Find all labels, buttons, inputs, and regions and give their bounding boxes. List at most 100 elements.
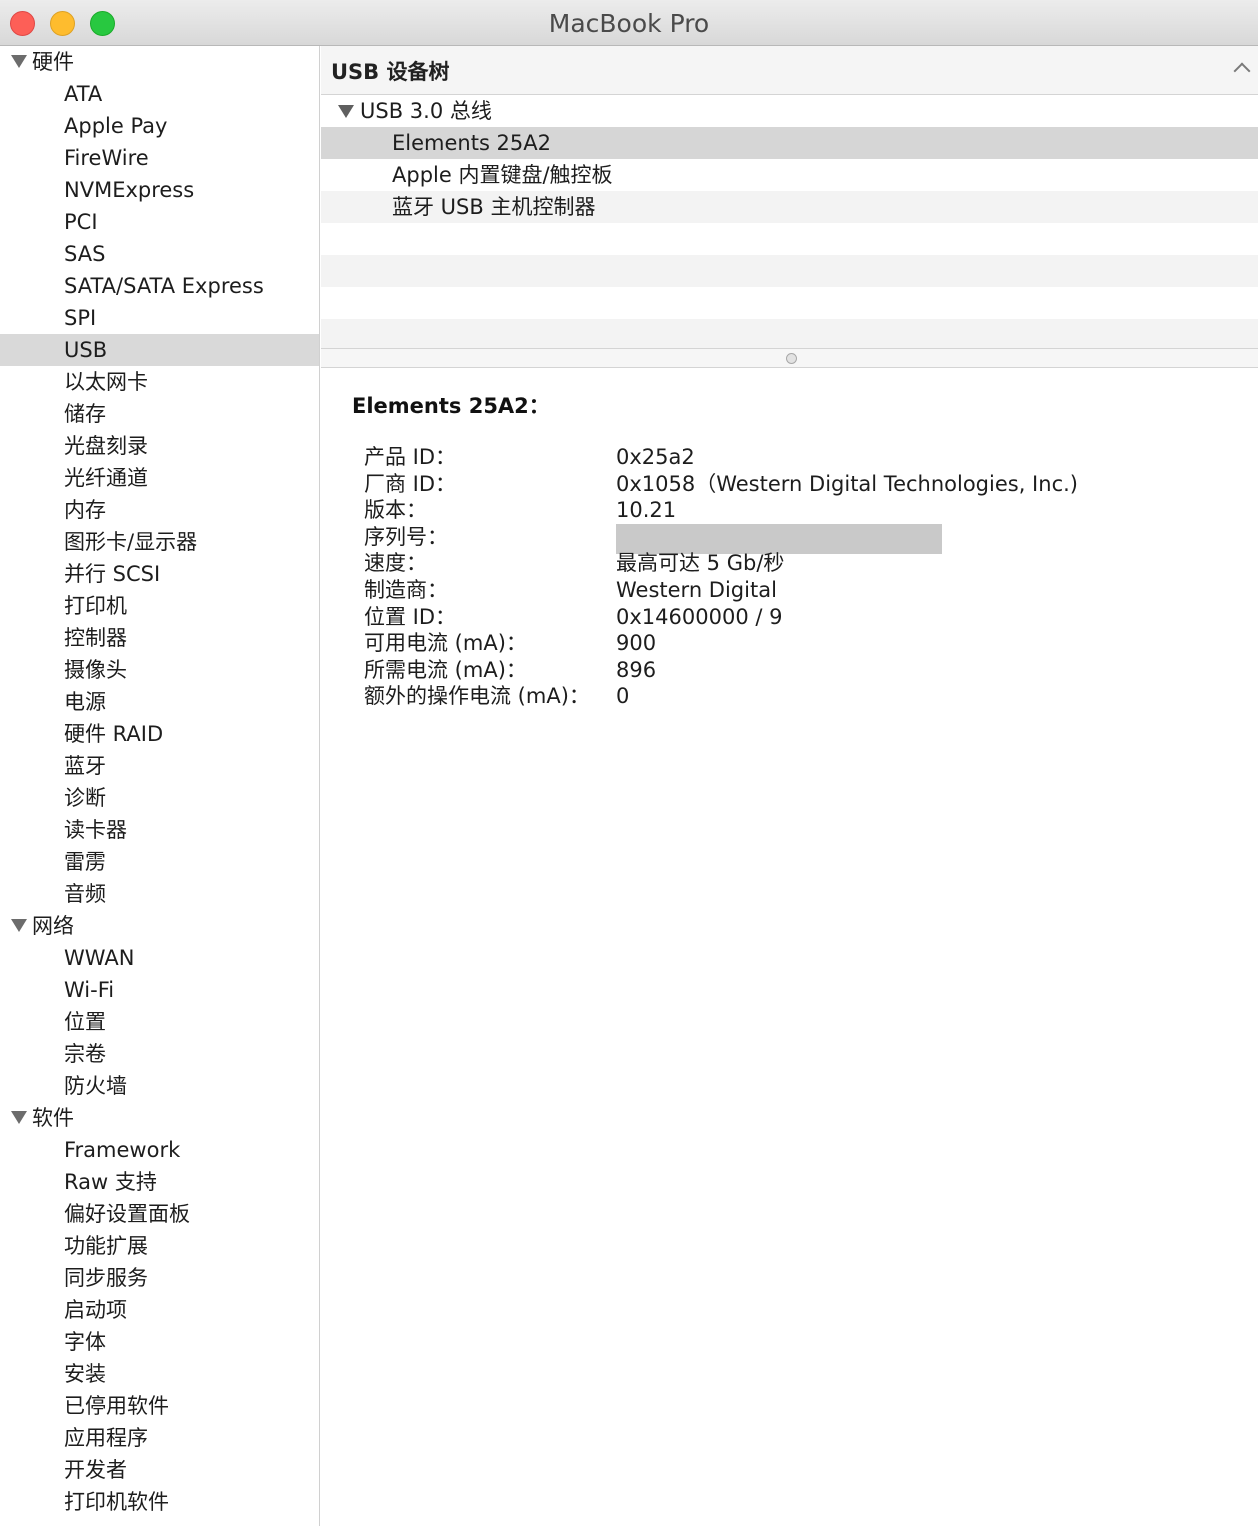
- sidebar-item-label: 内存: [64, 498, 106, 522]
- disclosure-triangle-icon[interactable]: [11, 919, 27, 932]
- sidebar-item-label: 字体: [64, 1330, 106, 1354]
- device-details: Elements 25A2： 产品 ID： 0x25a2 厂商 ID： 0x1058（…: [321, 368, 1258, 1526]
- drag-handle-icon[interactable]: [786, 353, 797, 364]
- sidebar-item[interactable]: Apple Pay: [0, 110, 319, 142]
- detail-value: 10.21: [616, 498, 677, 523]
- disclosure-triangle-icon[interactable]: [11, 55, 27, 68]
- sidebar-item[interactable]: NVMExpress: [0, 174, 319, 206]
- sidebar-item-label: PCI: [64, 210, 98, 234]
- detail-row: 额外的操作电流 (mA)： 0: [321, 683, 1258, 710]
- sidebar-item-label: 并行 SCSI: [64, 562, 161, 586]
- sidebar-item[interactable]: 同步服务: [0, 1262, 319, 1294]
- sidebar-group[interactable]: 软件: [0, 1102, 319, 1134]
- chevron-up-icon[interactable]: [1233, 62, 1251, 80]
- tree-row[interactable]: 蓝牙 USB 主机控制器: [321, 191, 1258, 223]
- sidebar-item[interactable]: 读卡器: [0, 814, 319, 846]
- detail-value: 0x25a2: [616, 445, 695, 469]
- sidebar-item-label: 功能扩展: [64, 1234, 148, 1258]
- sidebar-item-label: 已停用软件: [64, 1394, 169, 1418]
- sidebar-item[interactable]: 字体: [0, 1326, 319, 1358]
- detail-row: 可用电流 (mA)： 900: [321, 630, 1258, 657]
- detail-key: 产品 ID：: [364, 445, 457, 469]
- detail-key: 额外的操作电流 (mA)：: [364, 684, 590, 709]
- sidebar-item[interactable]: Raw 支持: [0, 1166, 319, 1198]
- sidebar-group[interactable]: 硬件: [0, 46, 319, 78]
- sidebar-item-label: 开发者: [64, 1458, 127, 1482]
- split-view-divider[interactable]: [321, 348, 1258, 368]
- title-bar[interactable]: MacBook Pro: [0, 0, 1258, 46]
- sidebar-item-label: 音频: [64, 882, 106, 906]
- sidebar-item[interactable]: 雷雳: [0, 846, 319, 878]
- sidebar-item[interactable]: 宗卷: [0, 1038, 319, 1070]
- sidebar-item[interactable]: 图形卡/显示器: [0, 526, 319, 558]
- sidebar-item[interactable]: 光纤通道: [0, 462, 319, 494]
- sidebar-item-label: 同步服务: [64, 1266, 148, 1290]
- sidebar-item[interactable]: WWAN: [0, 942, 319, 974]
- sidebar-item[interactable]: 摄像头: [0, 654, 319, 686]
- sidebar-item[interactable]: USB: [0, 334, 319, 366]
- sidebar-item[interactable]: 启动项: [0, 1294, 319, 1326]
- sidebar-item[interactable]: Framework: [0, 1134, 319, 1166]
- disclosure-triangle-icon[interactable]: [338, 105, 354, 118]
- detail-value: 896: [616, 657, 657, 682]
- sidebar-item[interactable]: ATA: [0, 78, 319, 110]
- sidebar-item-label: 雷雳: [64, 850, 106, 874]
- sidebar-item[interactable]: 防火墙: [0, 1070, 319, 1102]
- sidebar-item[interactable]: 打印机: [0, 590, 319, 622]
- detail-value: Western Digital: [616, 578, 777, 602]
- sidebar-item[interactable]: 打印机软件: [0, 1486, 319, 1518]
- detail-value: 0x14600000 / 9: [616, 604, 783, 629]
- tree-row[interactable]: Apple 内置键盘/触控板: [321, 159, 1258, 191]
- sidebar-item[interactable]: Wi-Fi: [0, 974, 319, 1006]
- disclosure-triangle-icon[interactable]: [11, 1111, 27, 1124]
- sidebar-item-label: 光纤通道: [64, 466, 148, 490]
- sidebar-item[interactable]: 电源: [0, 686, 319, 718]
- sidebar-item-label: Raw 支持: [64, 1170, 157, 1194]
- sidebar-item[interactable]: 位置: [0, 1006, 319, 1038]
- sidebar-item[interactable]: 诊断: [0, 782, 319, 814]
- sidebar-item[interactable]: 以太网卡: [0, 366, 319, 398]
- sidebar-item[interactable]: 并行 SCSI: [0, 558, 319, 590]
- sidebar-item-label: 图形卡/显示器: [64, 530, 198, 554]
- sidebar-item-label: 以太网卡: [64, 370, 148, 394]
- sidebar-item-label: SPI: [64, 306, 97, 330]
- sidebar-item-label: 蓝牙: [64, 754, 106, 778]
- sidebar-item[interactable]: 硬件 RAID: [0, 718, 319, 750]
- sidebar-item[interactable]: 已停用软件: [0, 1390, 319, 1422]
- pane-header: USB 设备树: [321, 46, 1258, 95]
- sidebar-item-label: 打印机: [64, 594, 127, 618]
- sidebar-item-label: 控制器: [64, 626, 127, 650]
- sidebar-item[interactable]: 内存: [0, 494, 319, 526]
- detail-row: 产品 ID： 0x25a2: [321, 444, 1258, 471]
- sidebar-item[interactable]: 蓝牙: [0, 750, 319, 782]
- sidebar-item[interactable]: SATA/SATA Express: [0, 270, 319, 302]
- sidebar-item[interactable]: 开发者: [0, 1454, 319, 1486]
- sidebar-item[interactable]: 储存: [0, 398, 319, 430]
- sidebar-item[interactable]: 光盘刻录: [0, 430, 319, 462]
- detail-row: 制造商： Western Digital: [321, 577, 1258, 604]
- sidebar-item[interactable]: 安装: [0, 1358, 319, 1390]
- sidebar-item[interactable]: 控制器: [0, 622, 319, 654]
- sidebar-item-label: 位置: [64, 1010, 106, 1034]
- sidebar-item[interactable]: 音频: [0, 878, 319, 910]
- sidebar-item[interactable]: PCI: [0, 206, 319, 238]
- sidebar-group[interactable]: 网络: [0, 910, 319, 942]
- sidebar-item[interactable]: 应用程序: [0, 1422, 319, 1454]
- usb-bus-label: USB 3.0 总线: [360, 99, 492, 123]
- sidebar-item[interactable]: FireWire: [0, 142, 319, 174]
- tree-row: [321, 255, 1258, 287]
- sidebar-item[interactable]: 功能扩展: [0, 1230, 319, 1262]
- detail-key: 厂商 ID：: [364, 471, 457, 496]
- sidebar-group-label: 软件: [32, 1106, 74, 1130]
- sidebar-item[interactable]: SAS: [0, 238, 319, 270]
- sidebar-item[interactable]: SPI: [0, 302, 319, 334]
- sidebar-item-label: 安装: [64, 1362, 106, 1386]
- sidebar-group-label: 硬件: [32, 50, 74, 74]
- detail-heading: Elements 25A2：: [352, 394, 550, 418]
- detail-row: 版本： 10.21: [321, 497, 1258, 524]
- sidebar-item[interactable]: 偏好设置面板: [0, 1198, 319, 1230]
- sidebar-item-label: 宗卷: [64, 1042, 106, 1066]
- detail-value: 900: [616, 631, 657, 656]
- detail-key: 可用电流 (mA)：: [364, 631, 527, 656]
- tree-row[interactable]: Elements 25A2: [321, 127, 1258, 159]
